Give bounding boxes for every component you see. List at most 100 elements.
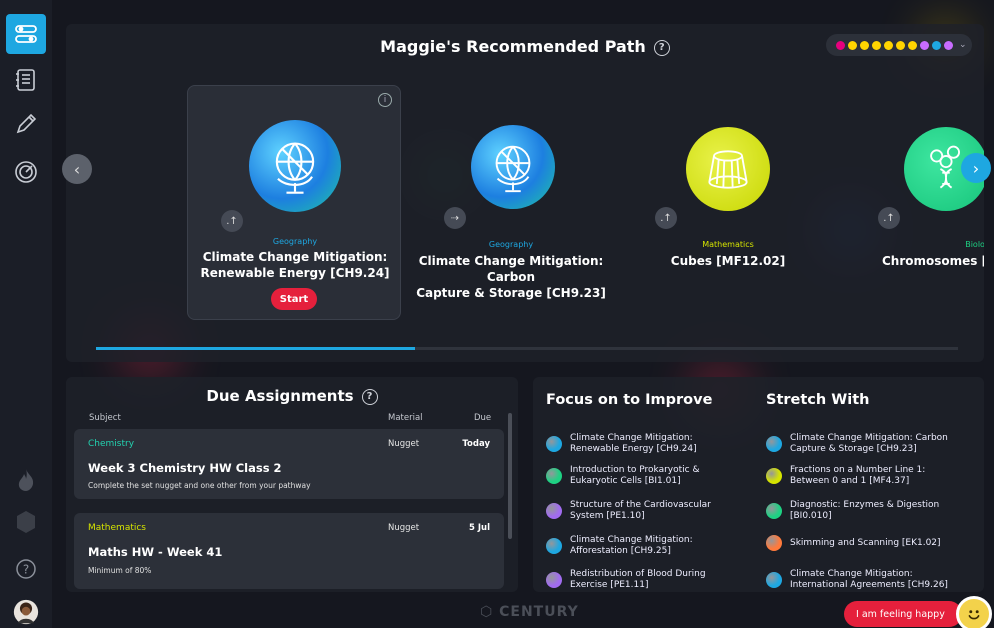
focus-item[interactable]: Climate Change Mitigation: Renewable Ener… bbox=[546, 433, 697, 455]
stretch-item-label: Climate Change Mitigation: Carbon Capture… bbox=[790, 433, 948, 455]
nugget-card[interactable]: .↑ Biology Chromosomes [E bbox=[870, 85, 984, 320]
nugget-card-active[interactable]: i .↑ Geography Climate Change Mitigation… bbox=[187, 85, 401, 320]
sidebar-item-help[interactable]: ? bbox=[6, 549, 46, 589]
info-icon[interactable]: i bbox=[378, 93, 392, 107]
nugget-thumbnail-icon bbox=[766, 535, 782, 551]
stretch-item-label-line1: Climate Change Mitigation: Carbon bbox=[790, 433, 948, 443]
path-title-text: Maggie's Recommended Path bbox=[380, 37, 646, 56]
nugget-card[interactable]: ⇢ Geography Climate Change Mitigation: C… bbox=[406, 85, 616, 320]
chevron-left-icon: ‹ bbox=[73, 159, 81, 179]
stretch-item[interactable]: Climate Change Mitigation: Carbon Capture… bbox=[766, 433, 948, 455]
stretch-item[interactable]: Diagnostic: Enzymes & Digestion [BI0.010] bbox=[766, 500, 939, 522]
assignment-due: Today bbox=[462, 439, 490, 449]
stretch-item-label: Fractions on a Number Line 1: Between 0 a… bbox=[790, 465, 925, 487]
subject-filter-dot bbox=[872, 40, 881, 50]
carousel-prev-button[interactable]: ‹ bbox=[62, 154, 92, 184]
assignments-help-icon[interactable]: ? bbox=[361, 388, 378, 405]
sidebar-item-dashboard[interactable] bbox=[6, 152, 46, 192]
focus-item-label-line1: Climate Change Mitigation: bbox=[570, 535, 693, 545]
smiley-face-icon[interactable] bbox=[956, 596, 992, 628]
nugget-thumbnail-icon bbox=[766, 468, 782, 484]
century-logo: ⬡ CENTURY bbox=[480, 604, 579, 620]
stretch-item-label-line1: Skimming and Scanning [EK1.02] bbox=[790, 537, 941, 548]
focus-item-label: Introduction to Prokaryotic & Eukaryotic … bbox=[570, 465, 700, 487]
subject-filter-dot bbox=[860, 40, 869, 50]
mood-button[interactable]: I am feeling happy bbox=[844, 601, 962, 627]
nugget-title-line1: Climate Change Mitigation: bbox=[202, 250, 388, 264]
stretch-item-label: Skimming and Scanning [EK1.02] bbox=[790, 538, 941, 549]
subject-filter-dot bbox=[932, 40, 941, 50]
sidebar-item-path[interactable] bbox=[6, 14, 46, 54]
nugget-thumbnail-icon bbox=[546, 503, 562, 519]
nugget-title-line2: Capture & Storage [CH9.23] bbox=[416, 286, 606, 300]
sidebar-item-courses[interactable] bbox=[6, 60, 46, 100]
globe-icon bbox=[471, 125, 555, 209]
assignment-title: Maths HW - Week 41 bbox=[88, 545, 223, 559]
chevron-right-icon: › bbox=[972, 158, 980, 178]
start-button[interactable]: Start bbox=[271, 288, 317, 310]
gauge-icon bbox=[15, 161, 37, 183]
assignment-card[interactable]: Chemistry Nugget Today Week 3 Chemistry … bbox=[74, 429, 504, 499]
subject-filter-dot bbox=[920, 40, 929, 50]
nugget-title: Chromosomes [E bbox=[882, 254, 984, 268]
focus-item[interactable]: Redistribution of Blood During Exercise [… bbox=[546, 569, 706, 591]
century-hexagon-icon: ⬡ bbox=[480, 604, 494, 620]
assignment-description: Complete the set nugget and one other fr… bbox=[88, 481, 311, 490]
subject-filter-dot bbox=[884, 40, 893, 50]
assignment-card[interactable]: Mathematics Nugget 5 Jul Maths HW - Week… bbox=[74, 513, 504, 589]
stretch-item[interactable]: Fractions on a Number Line 1: Between 0 a… bbox=[766, 465, 925, 487]
recommended-path-panel: Maggie's Recommended Path? ⌄ i .↑ Geogra… bbox=[66, 24, 984, 362]
sidebar-item-badges[interactable] bbox=[6, 502, 46, 542]
nugget-subject: Geography bbox=[488, 240, 534, 249]
nugget-title-line1: Climate Change Mitigation: Carbon bbox=[418, 254, 604, 284]
focus-item-label: Structure of the Cardiovascular System [P… bbox=[570, 500, 711, 522]
stretch-title: Stretch With bbox=[766, 392, 870, 408]
focus-item-label-line1: Climate Change Mitigation: bbox=[570, 433, 693, 443]
assignments-title-text: Due Assignments bbox=[206, 387, 354, 405]
stretch-item[interactable]: Climate Change Mitigation: International … bbox=[766, 569, 948, 591]
nugget-title: Climate Change Mitigation: Carbon Captur… bbox=[406, 253, 616, 301]
globe-icon bbox=[249, 120, 341, 212]
focus-item[interactable]: Climate Change Mitigation: Afforestation … bbox=[546, 535, 693, 557]
nugget-thumbnail-icon bbox=[766, 572, 782, 588]
subject-filter-dot bbox=[836, 40, 845, 50]
stretch-item-label-line2: [BI0.010] bbox=[790, 511, 832, 521]
focus-item[interactable]: Structure of the Cardiovascular System [P… bbox=[546, 500, 711, 522]
path-help-icon[interactable]: ? bbox=[653, 39, 670, 56]
cube-icon bbox=[686, 127, 770, 211]
path-progress-bar bbox=[96, 347, 958, 350]
assignment-material: Nugget bbox=[388, 523, 420, 533]
avatar-icon bbox=[13, 599, 39, 625]
nugget-thumbnail-icon bbox=[766, 436, 782, 452]
column-header-due: Due bbox=[474, 413, 492, 423]
flame-icon bbox=[18, 469, 34, 491]
subject-filter-dot bbox=[944, 40, 953, 50]
column-header-subject: Subject bbox=[89, 413, 121, 423]
carousel-next-button[interactable]: › bbox=[961, 153, 991, 183]
assignments-title: Due Assignments? bbox=[66, 387, 518, 405]
focus-item-label-line1: Structure of the Cardiovascular bbox=[570, 500, 711, 510]
difficulty-icon: .↑ bbox=[655, 207, 677, 229]
focus-item-label-line2: Eukaryotic Cells [BI1.01] bbox=[570, 476, 681, 486]
nugget-subject: Biology bbox=[965, 240, 984, 249]
subject-filter-dropdown[interactable]: ⌄ bbox=[826, 34, 972, 56]
stretch-item-label: Diagnostic: Enzymes & Digestion [BI0.010] bbox=[790, 500, 939, 522]
sidebar-item-streak[interactable] bbox=[6, 460, 46, 500]
focus-item[interactable]: Introduction to Prokaryotic & Eukaryotic … bbox=[546, 465, 700, 487]
nugget-card[interactable]: .↑ Mathematics Cubes [MF12.02] bbox=[642, 85, 814, 320]
subject-filter-dot bbox=[908, 40, 917, 50]
assignment-subject: Chemistry bbox=[88, 439, 135, 449]
stretch-item-label-line2: Between 0 and 1 [MF4.37] bbox=[790, 476, 910, 486]
difficulty-icon: ⇢ bbox=[444, 207, 466, 229]
difficulty-icon: .↑ bbox=[221, 210, 243, 232]
sidebar-item-edit[interactable] bbox=[6, 104, 46, 144]
focus-item-label-line2: Afforestation [CH9.25] bbox=[570, 546, 671, 556]
notebook-icon bbox=[16, 69, 35, 91]
path-icon bbox=[15, 25, 37, 43]
stretch-item[interactable]: Skimming and Scanning [EK1.02] bbox=[766, 535, 941, 551]
assignments-scrollbar[interactable] bbox=[508, 413, 512, 539]
user-avatar[interactable] bbox=[6, 592, 46, 628]
focus-item-label: Redistribution of Blood During Exercise [… bbox=[570, 569, 706, 591]
assignment-material: Nugget bbox=[388, 439, 420, 449]
nugget-subject: Geography bbox=[272, 237, 318, 246]
